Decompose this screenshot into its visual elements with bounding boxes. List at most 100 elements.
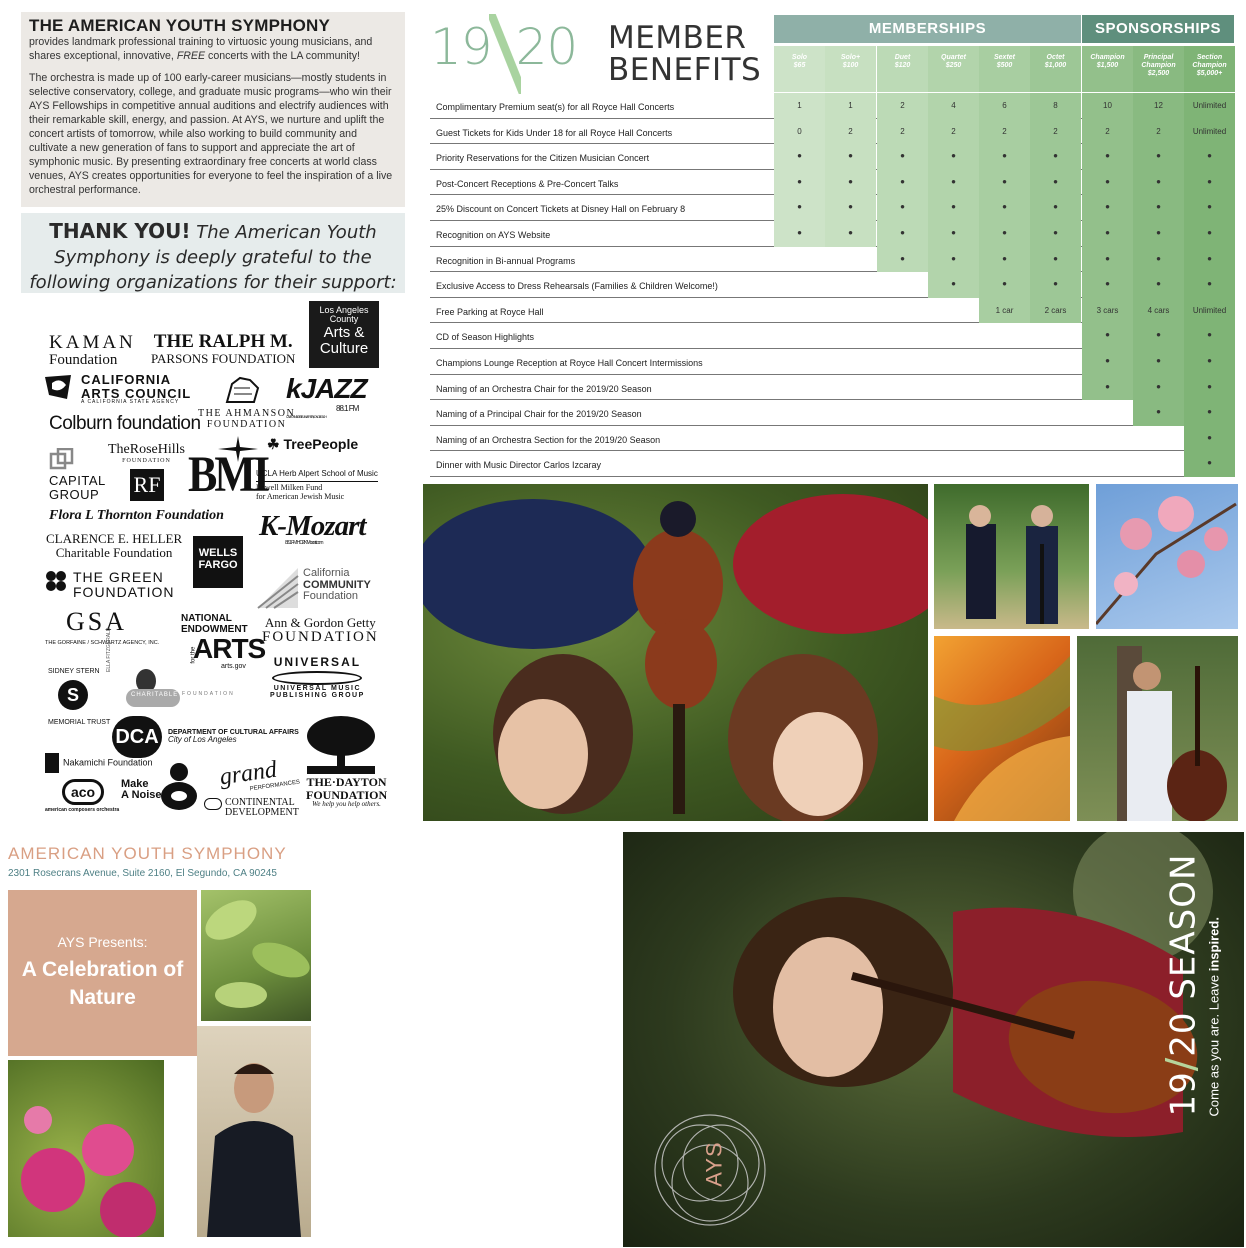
benefit-row: Complimentary Premium seat(s) for all Ro… [430,93,1235,119]
benefit-cell: • [1082,272,1133,298]
green-text2: FOUNDATION [73,583,175,600]
benefit-cell: 2 [877,118,928,145]
tier-header: Principal Champion $2,500 [1133,46,1184,92]
ccf-text1: California [303,567,350,579]
photo-orange-petals [934,636,1070,821]
ahmanson-text1: THE AHMANSON [198,408,296,419]
season-year2: 20 [1163,1011,1204,1057]
benefit-cell [1030,426,1081,452]
benefit-row: Champions Lounge Reception at Royce Hall… [430,349,1235,375]
benefit-cell: • [979,195,1030,221]
ccf-text3: Foundation [303,590,359,603]
benefit-cell [979,426,1030,452]
benefit-cell: • [1133,195,1184,221]
benefit-cell: • [825,169,876,196]
benefit-cell [825,375,876,401]
year-second: 20 [515,18,579,76]
universal-text1: UNIVERSAL [273,655,362,669]
benefit-cell: • [928,221,979,247]
kaman-logo-text: KAMAN [49,332,136,353]
rose-hills-mark-icon: RF [130,469,164,501]
continental-logo: CONTINENTAL DEVELOPMENT [204,798,299,818]
benefit-row: Free Parking at Royce Hall 1 car 2 cars 3 c… [430,297,1235,324]
season-title: 19/20 SEASON Come as you are. Leave insp… [1159,845,1240,1117]
benefit-cell: • [1082,323,1133,349]
benefit-label: Exclusive Access to Dress Rehearsals (Fa… [436,281,718,292]
capital-group-mark-icon [49,447,75,475]
mailer-org-name: AMERICAN YOUTH SYMPHONY [8,844,287,863]
photo-conductor [197,1026,311,1237]
benefit-cell: • [1133,246,1184,273]
benefit-cell [825,400,876,426]
benefit-cell [979,349,1030,375]
tier-price: $5,000+ [1196,70,1223,78]
benefit-cell: • [877,195,928,221]
kjazz-freq: 88.1 FM [336,404,359,413]
treepeople-logo: ☘ TreePeople [267,437,358,452]
benefit-label: 25% Discount on Concert Tickets at Disne… [436,204,686,215]
intro-heading: THE AMERICAN YOUTH SYMPHONY [29,16,331,35]
benefit-cell: • [979,272,1030,298]
benefit-row: Post-Concert Receptions & Pre-Concert Ta… [430,169,1235,196]
benefit-label: Recognition on AYS Website [436,230,551,240]
benefit-cell [825,349,876,375]
mailer-address: 2301 Rosecrans Avenue, Suite 2160, El Se… [8,868,277,879]
benefit-cell: • [1184,374,1235,401]
benefit-row: 25% Discount on Concert Tickets at Disne… [430,195,1235,221]
benefit-cell [877,400,928,426]
thank-you-heading: THANK YOU! [49,219,191,243]
benefit-cell: • [1184,246,1235,273]
benefit-label: Dinner with Music Director Carlos Izcara… [436,460,602,471]
fitzgerald-portrait-icon [120,663,180,714]
nea-text5: arts.gov [221,663,246,670]
benefit-row: Exclusive Access to Dress Rehearsals (Fa… [430,272,1235,298]
kaman-logo: KAMAN Foundation [49,333,136,369]
benefit-cell: • [1082,221,1133,247]
benefits-title-line2: BENEFITS [608,52,762,88]
tier-name: Champion [1090,54,1125,61]
green-foundation-logo: THE GREEN FOUNDATION [73,570,175,599]
benefit-cell: • [1184,323,1235,349]
tier-header: Sextet $500 [979,46,1030,92]
rosehills-text2: FOUNDATION [122,457,171,464]
benefit-cell: • [1184,195,1235,221]
ucla-logo: UCLA Herb Alpert School of Music Lowell M… [256,469,378,501]
tier-price: $2,500 [1147,70,1170,78]
continental-text2: DEVELOPMENT [225,807,299,818]
cac-text3: A CALIFORNIA STATE AGENCY [81,399,180,406]
benefit-cell: • [928,169,979,196]
tier-price: $120 [894,62,911,70]
memberships-header: MEMBERSHIPS [774,15,1081,43]
la-county-text3: Arts & [323,323,365,341]
benefit-cell: • [979,169,1030,196]
ucla-text3: for American Jewish Music [256,491,345,501]
benefit-cell: • [1184,451,1235,477]
tier-name: Octet [1046,54,1065,61]
benefit-cell: • [1184,400,1235,426]
kmozart-logo: K-Mozart 88.1 FM HD2 KMozart.com [259,511,366,547]
parsons-logo: THE RALPH M. PARSONS FOUNDATION [151,332,295,366]
benefit-cell [774,349,825,375]
benefit-cell: • [1184,221,1235,247]
make-a-noise-logo: Make A Noise [121,779,162,801]
blossoms-illustration [1096,496,1237,625]
benefit-cell: 2 [877,93,928,119]
benefit-cell: 1 car [979,297,1030,324]
nea-logo: NATIONAL ENDOWMENT for the ARTS arts.gov [181,613,266,670]
benefit-cell [1030,349,1081,375]
benefit-label: Free Parking at Royce Hall [436,306,544,317]
ahmanson-text2: FOUNDATION [206,418,287,430]
thank-you-panel: THANK YOU! The American Youth Symphony i… [21,213,405,293]
benefit-cell [1082,426,1133,452]
ccf-logo: California COMMUNITY Foundation [303,567,371,603]
violinists-illustration [423,494,928,821]
intro-body: The orchestra is made up of 100 early-ca… [29,72,393,197]
nea-text4: ARTS [193,633,266,664]
benefit-cell [774,272,825,298]
tier-price: $1,500 [1096,62,1119,70]
tier-header: Solo $65 [774,46,825,92]
stern-mark-icon: S [58,680,88,710]
year-first: 19 [430,18,493,76]
nakamichi-logo: Nakamichi Foundation [45,753,153,773]
benefit-cell [825,298,876,324]
